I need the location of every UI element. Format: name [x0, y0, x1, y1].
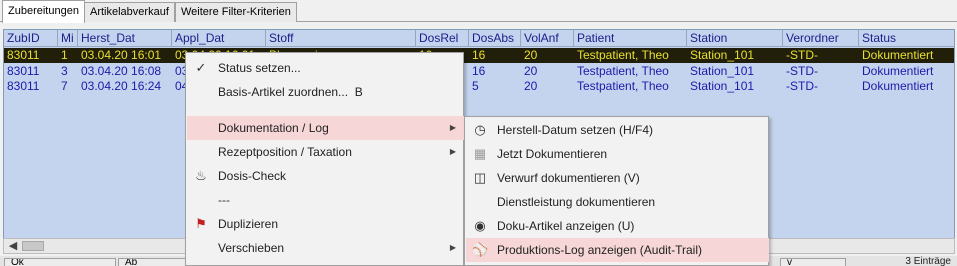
- menu-separator-label: ---: [218, 193, 230, 207]
- table-row[interactable]: 83011 1 03.04.20 16:01 03.04.20 16:01 Bl…: [4, 48, 954, 63]
- menu-separator: ---: [187, 188, 464, 212]
- menu-item-label: Rezeptposition / Taxation: [218, 145, 352, 159]
- menu-item-produktions-log[interactable]: ⚾ Produktions-Log anzeigen (Audit-Trail): [466, 238, 769, 262]
- cell-volanf: 20: [524, 79, 538, 93]
- clock-icon: ◷: [474, 122, 486, 137]
- cell-volanf: 20: [524, 48, 538, 62]
- cell-zubid: 83011: [7, 48, 40, 62]
- menu-item-label: Jetzt Dokumentieren: [497, 147, 608, 161]
- column-header-stoff[interactable]: Stoff: [266, 30, 416, 47]
- menu-item-dienstleistung[interactable]: Dienstleistung dokumentieren: [466, 190, 769, 214]
- menu-item-dokumentation-log[interactable]: Dokumentation / Log ▶: [187, 116, 464, 140]
- tab-artikelabverkauf[interactable]: Artikelabverkauf: [84, 2, 175, 22]
- tab-zubereitungen[interactable]: Zubereitungen: [2, 0, 85, 23]
- cell-zubid: 83011: [7, 79, 40, 93]
- menu-item-duplizieren[interactable]: ⚑ Duplizieren: [187, 212, 464, 236]
- column-header-herst-dat[interactable]: Herst_Dat: [78, 30, 172, 47]
- column-header-station[interactable]: Station: [687, 30, 783, 47]
- menu-item-label: Dokumentation / Log: [218, 121, 329, 135]
- doc-icon: ▦: [473, 146, 487, 161]
- cell-station: Station_101: [690, 48, 755, 62]
- scroll-thumb[interactable]: [22, 241, 44, 251]
- column-header-verordner[interactable]: Verordner: [783, 30, 859, 47]
- menu-item-jetzt-dokumentieren[interactable]: ▦ Jetzt Dokumentieren: [466, 142, 769, 166]
- cell-station: Station_101: [690, 79, 755, 93]
- cell-mi: 7: [61, 79, 68, 93]
- column-header-appl-dat[interactable]: Appl_Dat: [172, 30, 266, 47]
- column-header-mi[interactable]: Mi: [58, 30, 78, 47]
- context-menu: ✓ Status setzen... Basis-Artikel zuordne…: [185, 52, 464, 266]
- submenu-dokumentation: ◷ Herstell-Datum setzen (H/F4) ▦ Jetzt D…: [464, 116, 769, 266]
- tab-strip: Zubereitungen Artikelabverkauf Weitere F…: [0, 0, 957, 23]
- column-header-dosrel[interactable]: DosRel: [416, 30, 469, 47]
- cell-zubid: 83011: [7, 64, 40, 78]
- cell-herst-dat: 03.04.20 16:24: [81, 79, 162, 93]
- cell-patient: Testpatient, Theo: [577, 48, 669, 62]
- bottle-icon: ♨: [195, 168, 207, 183]
- menu-item-label: Dosis-Check: [218, 169, 287, 183]
- cell-verordner: -STD-: [786, 79, 818, 93]
- menu-item-label: Basis-Artikel zuordnen... B: [218, 85, 363, 99]
- menu-item-status-setzen[interactable]: ✓ Status setzen...: [187, 56, 464, 80]
- check-icon: ✓: [195, 60, 207, 75]
- column-header-status[interactable]: Status: [859, 30, 954, 47]
- menu-item-basis-artikel[interactable]: Basis-Artikel zuordnen... B: [187, 80, 464, 104]
- menu-item-label: Herstell-Datum setzen (H/F4): [497, 123, 654, 137]
- entry-count: 3 Einträge: [905, 256, 951, 266]
- table-row[interactable]: 83011 7 03.04.20 16:24 04 5 20 Testpatie…: [4, 79, 954, 94]
- submenu-arrow-icon: ▶: [449, 123, 456, 132]
- cell-station: Station_101: [690, 64, 755, 78]
- menu-item-label: Produktions-Log anzeigen (Audit-Trail): [497, 243, 702, 257]
- cell-volanf: 20: [524, 64, 538, 78]
- cell-dosabs: 16: [472, 64, 486, 78]
- menu-item-verschieben[interactable]: Verschieben ▶: [187, 236, 464, 260]
- log-icon: ⚾: [472, 242, 489, 257]
- cell-mi: 1: [61, 48, 68, 62]
- submenu-arrow-icon: ▶: [449, 243, 456, 252]
- ok-button[interactable]: Ok: [4, 258, 116, 266]
- tab-weitere-filter[interactable]: Weitere Filter-Kriterien: [175, 2, 297, 22]
- eye-icon: ◉: [474, 218, 486, 233]
- submenu-arrow-icon: ▶: [449, 147, 456, 156]
- table-row[interactable]: 83011 3 03.04.20 16:08 03 16 20 Testpati…: [4, 64, 954, 79]
- menu-item-label: Status setzen...: [218, 61, 301, 75]
- menu-item-herstell-datum[interactable]: ◷ Herstell-Datum setzen (H/F4): [466, 118, 769, 142]
- v-button[interactable]: v: [780, 258, 846, 266]
- cell-mi: 3: [61, 64, 68, 78]
- cell-status: Dokumentiert: [862, 64, 934, 78]
- cell-patient: Testpatient, Theo: [577, 64, 669, 78]
- menu-item-label: Doku-Artikel anzeigen (U): [497, 219, 635, 233]
- cell-dosabs: 5: [472, 79, 479, 93]
- cell-herst-dat: 03.04.20 16:08: [81, 64, 162, 78]
- column-header-volanf[interactable]: VolAnf: [521, 30, 574, 47]
- column-header-zubid[interactable]: ZubID: [4, 30, 58, 47]
- column-header-dosabs[interactable]: DosAbs: [469, 30, 521, 47]
- ab-button[interactable]: Ab: [118, 258, 186, 266]
- trash-icon: ◫: [473, 170, 487, 185]
- grid-header: ZubID Mi Herst_Dat Appl_Dat Stoff DosRel…: [4, 30, 954, 47]
- cell-patient: Testpatient, Theo: [577, 79, 669, 93]
- cell-verordner: -STD-: [786, 48, 818, 62]
- menu-item-label: Dienstleistung dokumentieren: [497, 195, 656, 209]
- menu-item-label: Verschieben: [218, 241, 285, 255]
- flag-icon: ⚑: [195, 216, 207, 231]
- menu-item-label: Verwurf dokumentieren (V): [497, 171, 640, 185]
- cell-status: Dokumentiert: [862, 48, 934, 62]
- menu-item-verwurf[interactable]: ◫ Verwurf dokumentieren (V): [466, 166, 769, 190]
- menu-item-rezeptposition[interactable]: Rezeptposition / Taxation ▶: [187, 140, 464, 164]
- cell-herst-dat: 03.04.20 16:01: [81, 48, 162, 62]
- cell-verordner: -STD-: [786, 64, 818, 78]
- menu-item-dosis-check[interactable]: ♨ Dosis-Check: [187, 164, 464, 188]
- column-header-patient[interactable]: Patient: [574, 30, 687, 47]
- cell-status: Dokumentiert: [862, 79, 934, 93]
- scroll-left-icon[interactable]: ◀: [6, 239, 20, 253]
- menu-item-label: Duplizieren: [218, 217, 279, 231]
- cell-dosabs: 16: [472, 48, 486, 62]
- menu-item-doku-artikel[interactable]: ◉ Doku-Artikel anzeigen (U): [466, 214, 769, 238]
